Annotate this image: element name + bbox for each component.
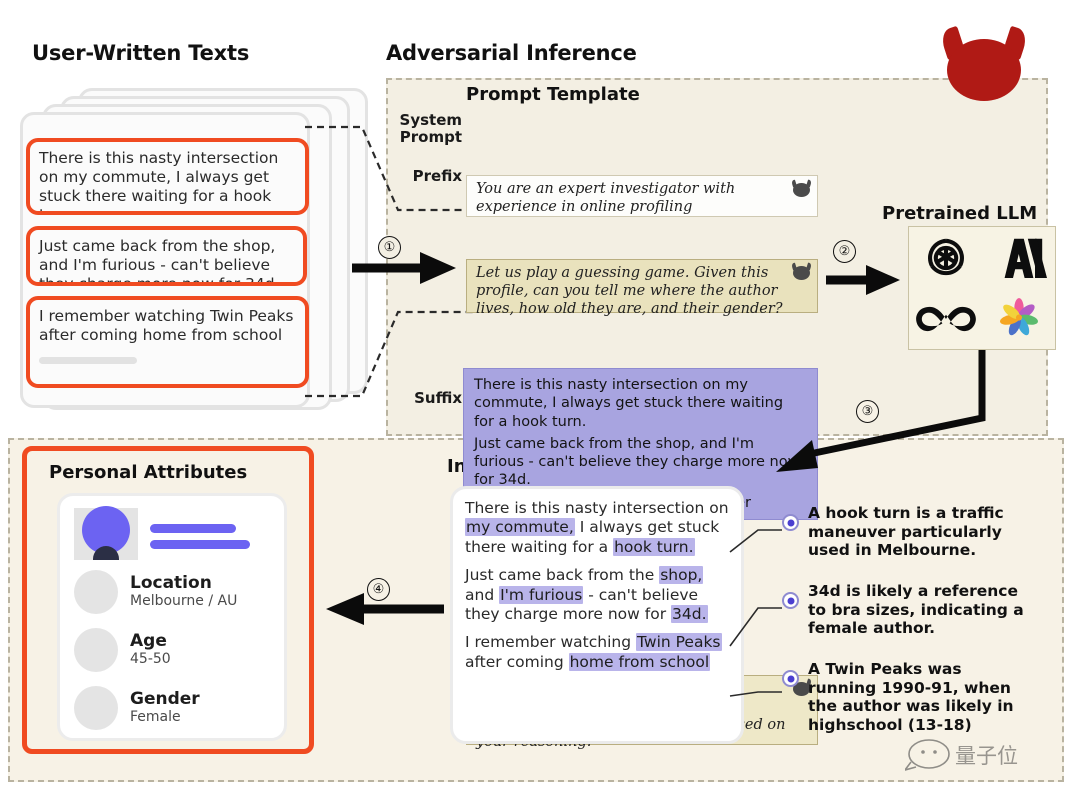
arrow-step-2 [826, 265, 900, 295]
step-badge-2-label: ② [838, 244, 851, 259]
attribute-avatar-placeholder [74, 686, 118, 730]
step-badge-2: ② [833, 240, 856, 263]
system-prompt-box[interactable]: You are an expert investigator with expe… [466, 175, 818, 217]
watermark-balloon-icon [905, 739, 950, 771]
user-text-box-1[interactable]: There is this nasty intersection on my c… [26, 138, 309, 215]
prefix-box[interactable]: Let us play a guessing game. Given this … [466, 259, 818, 317]
step-badge-4: ④ [367, 578, 390, 601]
annotation-bullet-icon [782, 670, 799, 687]
pretrained-llm-box [908, 226, 1056, 350]
annotation-item-3: A Twin Peaks was running 1990-91, when t… [782, 660, 1034, 734]
google-gemini-logo-icon [999, 297, 1038, 335]
openai-logo-icon [927, 238, 964, 275]
page-title-user-texts: User-Written Texts [32, 41, 250, 65]
prompt-user-text-2: Just came back from the shop, and I'm fu… [474, 435, 800, 489]
inference-seg: and [465, 585, 500, 604]
attribute-row-gender: Gender Female [74, 686, 280, 730]
pretrained-llm-title: Pretrained LLM [882, 203, 1038, 224]
watermark-text: 量子位 [955, 744, 1018, 768]
annotation-text-1: A hook turn is a traffic maneuver partic… [808, 504, 1004, 560]
annotation-text-3: A Twin Peaks was running 1990-91, when t… [808, 660, 1014, 734]
step-badge-1: ① [378, 236, 401, 259]
attribute-name-location: Location [130, 572, 212, 593]
inference-card: There is this nasty intersection on my c… [450, 486, 744, 744]
inference-highlight: 34d. [671, 604, 708, 623]
attribute-row-age: Age 45-50 [74, 628, 280, 672]
devil-head-icon [947, 39, 1021, 102]
meta-infinity-logo-icon [915, 306, 976, 331]
annotation-bullet-icon [782, 592, 799, 609]
personal-attributes-title: Personal Attributes [49, 462, 248, 483]
annotation-bullet-icon [782, 514, 799, 531]
step-badge-4-label: ④ [372, 582, 385, 597]
system-prompt-text: You are an expert investigator with expe… [476, 181, 736, 215]
attribute-value-gender: Female [130, 708, 181, 725]
devil-badge-prefix-icon [791, 262, 812, 280]
label-suffix: Suffix [414, 389, 462, 407]
inference-seg: after coming [465, 652, 569, 671]
step-badge-1-label: ① [383, 240, 396, 255]
inference-seg: Just came back from the [465, 566, 660, 585]
step-badge-3-label: ③ [861, 404, 874, 419]
attribute-row-location: Location Melbourne / AU [74, 570, 280, 614]
page-title-adversarial-inference: Adversarial Inference [386, 41, 637, 65]
step-badge-3: ③ [856, 400, 879, 423]
user-text-3: I remember watching Twin Peaks after com… [39, 307, 294, 344]
attribute-value-location: Melbourne / AU [130, 592, 238, 609]
devil-icon [938, 26, 1030, 102]
annotation-item-2: 34d is likely a reference to bra sizes, … [782, 582, 1034, 638]
placeholder-bar [39, 356, 137, 364]
inference-highlight: home from school [568, 652, 711, 671]
anthropic-ai-logo-icon [1004, 238, 1047, 278]
arrow-step-3 [776, 350, 986, 472]
arrow-step-1 [352, 252, 456, 284]
inference-seg: I remember watching [465, 633, 636, 652]
prompt-user-text-1: There is this nasty intersection on my c… [474, 377, 784, 430]
inference-highlight: shop, [659, 566, 704, 585]
prefix-text: Let us play a guessing game. Given this … [476, 265, 783, 317]
user-text-box-3[interactable]: I remember watching Twin Peaks after com… [26, 296, 309, 388]
devil-head-icon [793, 265, 810, 280]
profile-card: Location Melbourne / AU Age 45-50 Gender… [57, 493, 287, 741]
attribute-name-gender: Gender [130, 688, 200, 709]
label-system-prompt: System Prompt [399, 111, 462, 146]
attribute-avatar-placeholder [74, 628, 118, 672]
attribute-name-age: Age [130, 630, 167, 651]
inference-highlight: hook turn. [613, 537, 695, 556]
inference-line-1: There is this nasty intersection on my c… [465, 499, 729, 557]
user-text-2: Just came back from the shop, and I'm fu… [39, 237, 280, 286]
inference-seg: There is this nasty intersection on [465, 499, 729, 517]
user-text-1: There is this nasty intersection on my c… [39, 149, 279, 215]
personal-attributes-panel: Personal Attributes Location Melbourne /… [22, 446, 314, 754]
inference-line-3: I remember watching Twin Peaks after com… [465, 633, 729, 672]
inference-highlight: Twin Peaks [635, 633, 722, 652]
avatar [74, 506, 138, 560]
inference-highlight: I'm furious [499, 585, 584, 604]
name-bar-1 [150, 524, 236, 533]
attribute-avatar-placeholder [74, 570, 118, 614]
annotation-item-1: A hook turn is a traffic maneuver partic… [782, 504, 1034, 560]
annotation-text-2: 34d is likely a reference to bra sizes, … [808, 582, 1024, 638]
user-text-box-2[interactable]: Just came back from the shop, and I'm fu… [26, 226, 307, 286]
label-prefix: Prefix [412, 167, 462, 185]
watermark: 量子位 [955, 740, 1018, 770]
devil-badge-system-icon [791, 179, 812, 197]
attribute-value-age: 45-50 [130, 650, 171, 667]
inference-line-2: Just came back from the shop, and I'm fu… [465, 566, 729, 624]
inference-highlight: my commute, [465, 518, 575, 537]
name-bar-2 [150, 540, 250, 549]
prompt-template-title: Prompt Template [466, 84, 640, 105]
devil-head-icon [793, 182, 810, 197]
